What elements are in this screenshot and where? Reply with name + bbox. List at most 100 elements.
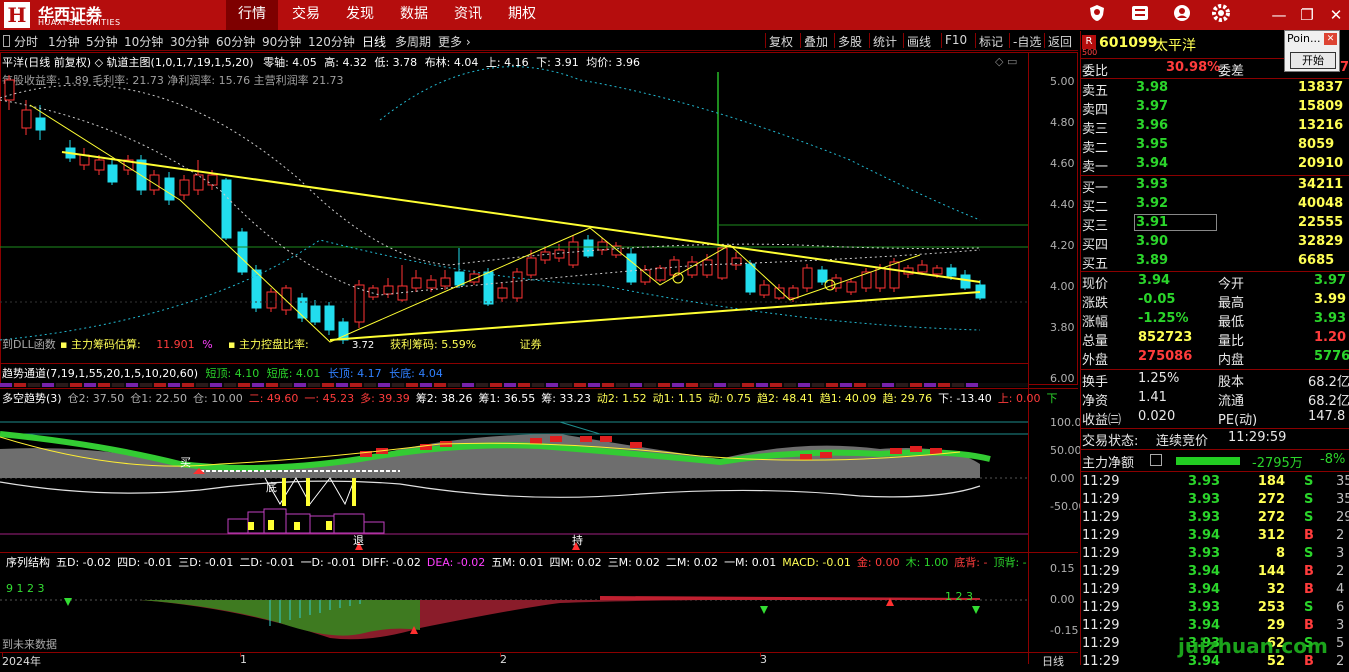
candle [221,179,232,239]
toolbar-right-5[interactable]: F10 [945,33,967,47]
channel-mark [504,383,516,387]
main-force-chip-estimate: ▪ 主力筹码估算: 11.901 % [60,338,213,351]
gear-icon[interactable] [1209,3,1233,27]
channel-mark [868,383,880,387]
popup-close-icon[interactable]: ✕ [1324,33,1337,45]
tick-side: S [1304,600,1314,615]
dll-function-label: 到DLL函数 [2,338,56,351]
channel-mark [938,383,950,387]
toolbar-10[interactable]: 更多 › [438,33,471,50]
candle [21,109,32,129]
order-label: 卖四 [1082,103,1109,118]
tick-count: 35 [1336,492,1349,507]
stat-label: 涨跌 [1082,296,1109,311]
menu-0[interactable]: 行情 [226,0,278,30]
channel-mark [434,383,446,387]
tick-time: 11:29 [1082,474,1120,489]
order-row[interactable]: 卖二 3.95 8059 [1082,137,1347,156]
toolbar-1[interactable]: 1分钟 [48,33,80,50]
candle [94,159,105,171]
toolbar-separator [903,33,904,48]
toolbar-6[interactable]: 90分钟 [262,33,301,50]
x-axis-label: 2 [500,653,507,666]
order-label: 买一 [1082,181,1109,196]
user-icon[interactable] [1170,3,1194,27]
stat-row: 涨跌 -0.05 最高 3.99 [1082,292,1347,311]
layout-icon[interactable] [1128,3,1152,27]
candle [469,273,480,283]
panel-divider [0,363,1028,364]
toolbar-7[interactable]: 120分钟 [308,33,355,50]
order-label: 买三 [1082,219,1109,234]
menu-1[interactable]: 交易 [280,0,332,30]
sidebar-toggle-icon[interactable] [3,35,10,47]
order-label: 买五 [1082,257,1109,272]
tick-price: 3.93 [1188,474,1221,489]
tick-row: 11:29 3.93 8 S 3 [1082,546,1347,564]
stat-label: 收益㈢ [1082,413,1122,428]
toolbar-3[interactable]: 10分钟 [124,33,163,50]
toolbar-0[interactable]: 分时 [14,33,38,50]
tick-price: 3.93 [1188,600,1221,615]
close-icon[interactable]: ✕ [1325,4,1347,26]
channel-mark [42,383,54,387]
toolbar-right-7[interactable]: -自选 [1013,33,1041,50]
order-row[interactable]: 买五 3.89 6685 [1082,253,1347,272]
order-row[interactable]: 买二 3.92 40048 [1082,196,1347,215]
toolbar-right-4[interactable]: 画线 [907,33,931,50]
order-label: 卖一 [1082,160,1109,175]
stat-label: PE(动) [1218,413,1258,428]
stat-label: 换手 [1082,375,1109,390]
channel-mark [406,383,418,387]
channel-mark [546,383,558,387]
stat-label: 量比 [1218,334,1245,349]
order-row[interactable]: 卖四 3.97 15809 [1082,99,1347,118]
toolbar-5[interactable]: 60分钟 [216,33,255,50]
menu-3[interactable]: 数据 [388,0,440,30]
channel-mark [770,383,782,387]
menu-4[interactable]: 资讯 [442,0,494,30]
shield-icon[interactable] [1085,3,1109,27]
candle [207,174,218,186]
channel-mark [966,383,978,387]
toolbar-4[interactable]: 30分钟 [170,33,209,50]
minimize-icon[interactable]: — [1268,4,1290,26]
period-label: 日线 [1042,655,1064,668]
order-row[interactable]: 买一 3.93 34211 [1082,177,1347,196]
net-menu-icon[interactable] [1150,454,1162,466]
main-y-tick: 4.60 [1050,157,1075,170]
toolbar-right-6[interactable]: 标记 [979,33,1003,50]
toolbar-9[interactable]: 多周期 [395,33,431,50]
order-volume: 13216 [1298,118,1344,133]
macd-y-tick: -0.15 [1050,624,1079,637]
stat-row: 涨幅 -1.25% 最低 3.93 [1082,311,1347,330]
toolbar-2[interactable]: 5分钟 [86,33,118,50]
tick-count: 2 [1336,564,1345,579]
menu-2[interactable]: 发现 [334,0,386,30]
channel-mark [56,383,68,387]
toolbar-right-0[interactable]: 复权 [769,33,793,50]
tick-side: S [1304,510,1314,525]
candle [655,267,666,281]
toolbar-right-2[interactable]: 多股 [838,33,862,50]
order-row[interactable]: 卖三 3.96 13216 [1082,118,1347,137]
candle [846,281,857,293]
channel-mark [854,383,866,387]
tick-volume: 32 [1266,582,1285,597]
x-axis-tick [500,652,501,657]
candle [597,241,608,251]
toolbar-right-8[interactable]: 返回 [1048,33,1072,50]
toolbar-right-1[interactable]: 叠加 [804,33,828,50]
tick-time: 11:29 [1082,636,1120,651]
toolbar-right-3[interactable]: 统计 [873,33,897,50]
y-axis-divider [1028,52,1029,664]
sub-badge: 500 [1082,48,1098,57]
restore-icon[interactable]: ❐ [1296,4,1318,26]
order-row[interactable]: 买四 3.90 32829 [1082,234,1347,253]
order-row[interactable]: 卖一 3.94 20910 [1082,156,1347,175]
menu-5[interactable]: 期权 [496,0,548,30]
tick-count: 2 [1336,654,1345,669]
x-axis-label: 1 [240,653,247,666]
toolbar-8[interactable]: 日线 [362,33,386,50]
order-row[interactable]: 卖五 3.98 13837 [1082,80,1347,99]
